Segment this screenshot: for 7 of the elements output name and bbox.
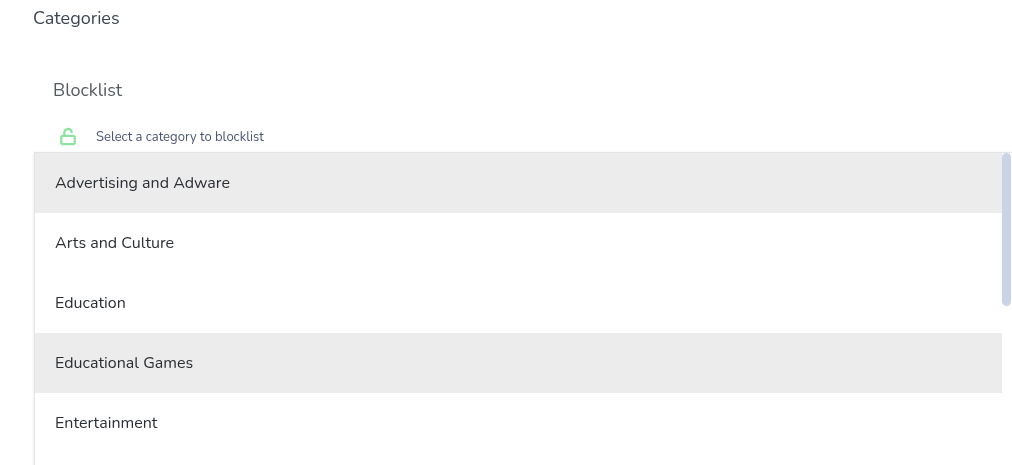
- page-title: Categories: [33, 5, 120, 32]
- category-option[interactable]: Advertising and Adware: [35, 153, 1002, 213]
- hint-text: Select a category to blocklist: [96, 128, 264, 148]
- category-option[interactable]: Educational Games: [35, 333, 1002, 393]
- section-title: Blocklist: [53, 77, 123, 104]
- unlocked-padlock-icon: [59, 127, 77, 146]
- scrollbar-thumb[interactable]: [1002, 153, 1011, 306]
